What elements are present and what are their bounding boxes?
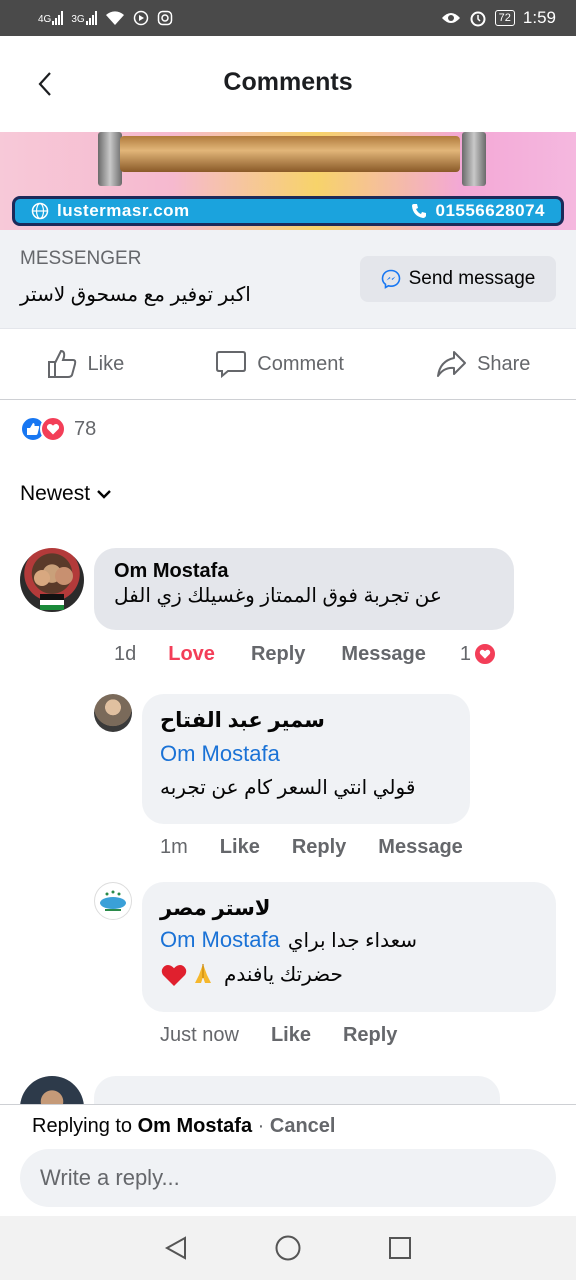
like-button[interactable]: Like bbox=[220, 836, 260, 859]
reply-text-line1: Om Mostafa سعداء جدا براي bbox=[160, 927, 538, 953]
nav-recents-button[interactable] bbox=[380, 1228, 420, 1268]
replying-prefix: Replying to bbox=[32, 1115, 133, 1137]
reply-author[interactable]: سمير عبد الفتاح bbox=[160, 708, 452, 733]
like-button[interactable]: Like bbox=[271, 1024, 311, 1047]
love-reaction-icon bbox=[40, 416, 66, 442]
avatar[interactable] bbox=[20, 548, 84, 612]
ad-phone: 01556628074 bbox=[411, 201, 545, 221]
instagram-icon bbox=[157, 10, 172, 26]
alarm-icon bbox=[470, 11, 486, 27]
ad-product-leg bbox=[462, 132, 486, 186]
reply-bubble[interactable]: لاستر مصر Om Mostafa سعداء جدا براي حضرت… bbox=[142, 882, 556, 1012]
page-avatar[interactable] bbox=[94, 882, 132, 920]
comment-button[interactable]: Comment bbox=[215, 348, 344, 380]
comment-icon bbox=[216, 351, 247, 379]
thumbs-up-icon bbox=[47, 349, 76, 378]
status-right: 72 1:59 bbox=[441, 8, 556, 28]
reply-input[interactable] bbox=[20, 1149, 556, 1207]
ad-website-text: lustermasr.com bbox=[57, 201, 190, 220]
wifi-icon bbox=[105, 11, 124, 25]
comment-bubble[interactable]: Om Mostafa عن تجربة فوق الممتاز وغسيلك ز… bbox=[94, 548, 514, 630]
replying-name: Om Mostafa bbox=[137, 1115, 253, 1137]
cta-text: اكبر توفير مع مسحوق لاستر bbox=[20, 284, 251, 306]
comment-label: Comment bbox=[257, 352, 344, 375]
like-button[interactable]: Like bbox=[46, 348, 125, 380]
replying-separator: · bbox=[257, 1115, 265, 1137]
ad-contact-strip: lustermasr.com 01556628074 bbox=[12, 196, 564, 226]
reply-text: قولي انتي السعر كام عن تجربه bbox=[160, 777, 416, 799]
reply-text-line2: حضرتك يافندم bbox=[160, 961, 538, 987]
cancel-reply-button[interactable]: Cancel bbox=[270, 1115, 336, 1137]
reply-mention-link[interactable]: Om Mostafa bbox=[160, 741, 452, 767]
sort-label: Newest bbox=[20, 482, 91, 505]
screen-share-icon bbox=[133, 10, 148, 26]
system-nav-bar bbox=[0, 1216, 576, 1280]
status-time: 1:59 bbox=[522, 8, 556, 27]
nav-back-button[interactable] bbox=[156, 1228, 196, 1268]
comment-reaction-count[interactable]: 1 bbox=[459, 642, 498, 666]
send-message-label: Send message bbox=[408, 268, 536, 289]
reply-button[interactable]: Reply bbox=[292, 836, 346, 859]
page-title: Comments bbox=[223, 68, 353, 96]
reply-time: Just now bbox=[160, 1024, 239, 1046]
share-icon bbox=[437, 351, 467, 377]
comment-author[interactable]: Om Mostafa bbox=[114, 560, 494, 583]
lustermasr-logo-icon bbox=[100, 890, 126, 911]
battery-icon: 72 bbox=[494, 10, 515, 26]
avatar[interactable] bbox=[94, 694, 132, 732]
love-reaction-button[interactable]: Love bbox=[168, 643, 215, 666]
reply-actions: 1m Like Reply Message bbox=[160, 836, 463, 859]
status-left: 4G 3G bbox=[38, 10, 173, 26]
triangle-back-icon bbox=[164, 1236, 186, 1260]
message-button[interactable]: Message bbox=[378, 836, 463, 859]
reactions-summary[interactable]: 78 bbox=[20, 416, 96, 442]
heart-emoji-icon bbox=[161, 964, 187, 986]
reply-time: 1m bbox=[160, 836, 188, 858]
reply-author[interactable]: لاستر مصر bbox=[160, 896, 538, 921]
signal-icon-2: 3G bbox=[71, 11, 97, 25]
square-recents-icon bbox=[389, 1237, 411, 1259]
ad-product-image bbox=[120, 136, 460, 172]
love-reaction-icon bbox=[473, 642, 498, 666]
comment-text: عن تجربة فوق الممتاز وغسيلك زي الفل bbox=[114, 585, 442, 607]
share-button[interactable]: Share bbox=[435, 348, 530, 380]
globe-icon bbox=[31, 202, 49, 220]
chevron-down-icon bbox=[97, 490, 111, 499]
reply-button[interactable]: Reply bbox=[251, 643, 305, 666]
share-label: Share bbox=[477, 352, 531, 375]
comment-time: 1d bbox=[114, 642, 137, 665]
reply-composer: Replying to Om Mostafa · Cancel bbox=[0, 1104, 576, 1216]
message-button[interactable]: Message bbox=[341, 643, 426, 666]
reaction-count: 78 bbox=[74, 417, 97, 440]
eye-icon bbox=[441, 13, 460, 23]
comment-reaction-count-value: 1 bbox=[459, 642, 472, 665]
comment-actions: 1d Love Reply Message 1 bbox=[114, 642, 520, 666]
reply-actions: Just now Like Reply bbox=[160, 1024, 397, 1047]
messenger-icon bbox=[381, 269, 400, 289]
reply-mention-link[interactable]: Om Mostafa bbox=[160, 927, 280, 953]
reaction-icons bbox=[20, 416, 66, 442]
messenger-cta: MESSENGER اكبر توفير مع مسحوق لاستر Send… bbox=[0, 230, 576, 328]
reply-button[interactable]: Reply bbox=[343, 1024, 397, 1047]
reply-text-2: حضرتك يافندم bbox=[224, 963, 343, 986]
nav-home-button[interactable] bbox=[268, 1228, 308, 1268]
ad-product-leg bbox=[98, 132, 122, 186]
sort-dropdown[interactable]: Newest bbox=[20, 482, 112, 506]
circle-home-icon bbox=[275, 1235, 301, 1261]
ad-banner-image[interactable]: lustermasr.com 01556628074 bbox=[0, 132, 576, 230]
reply-bubble[interactable]: سمير عبد الفتاح Om Mostafa قولي انتي الس… bbox=[142, 694, 470, 824]
signal-icon: 4G bbox=[38, 11, 64, 25]
replying-to-label: Replying to Om Mostafa · Cancel bbox=[32, 1115, 335, 1138]
phone-icon bbox=[412, 204, 427, 218]
post-action-bar: Like Comment Share bbox=[0, 328, 576, 400]
header: Comments bbox=[0, 36, 576, 132]
status-bar: 4G 3G 72 1:59 bbox=[0, 0, 576, 36]
like-label: Like bbox=[87, 352, 125, 375]
ad-phone-text: 01556628074 bbox=[435, 201, 545, 220]
ad-website: lustermasr.com bbox=[31, 201, 190, 221]
send-message-button[interactable]: Send message bbox=[360, 256, 556, 302]
praying-hands-emoji-icon bbox=[195, 964, 211, 983]
cta-source-label: MESSENGER bbox=[20, 248, 142, 269]
reply-text: سعداء جدا براي bbox=[287, 929, 418, 952]
